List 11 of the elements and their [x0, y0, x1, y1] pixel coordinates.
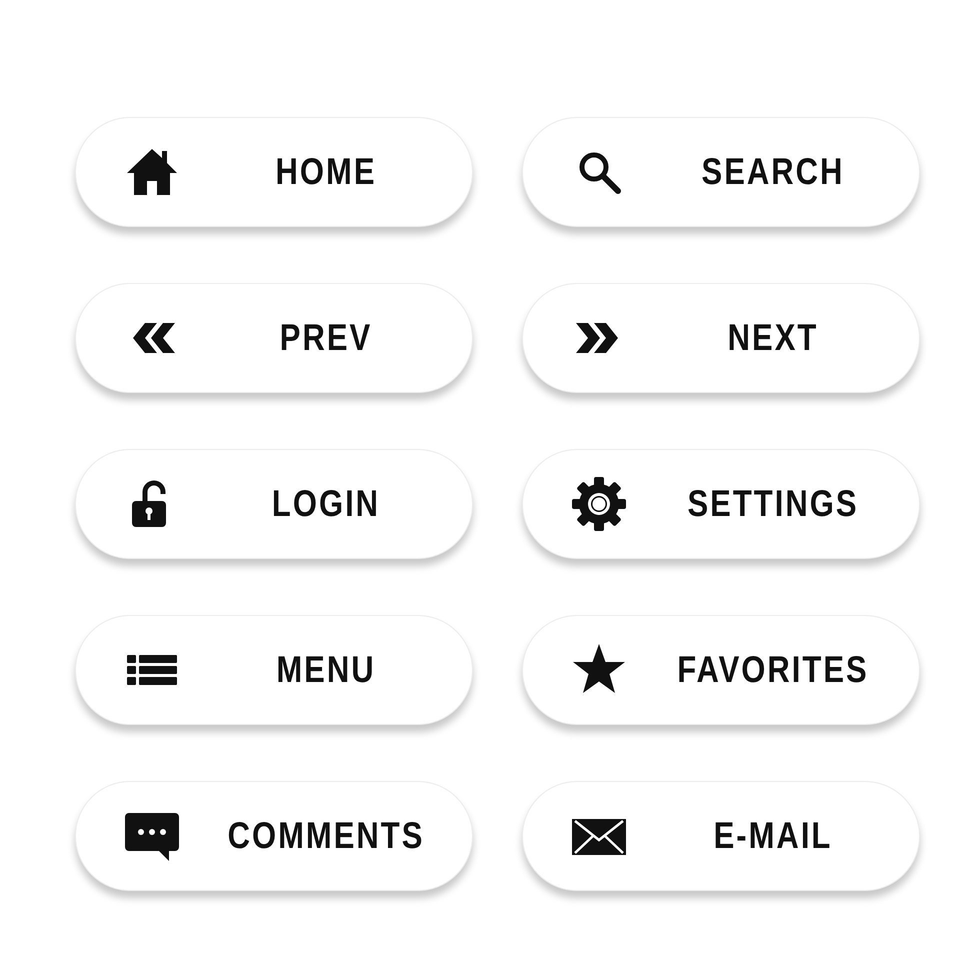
nav-button[interactable]: SEARCH — [522, 117, 920, 227]
nav-button[interactable]: HOME — [75, 117, 473, 227]
nav-button[interactable]: PREV — [75, 283, 473, 393]
nav-button[interactable]: COMMENTS — [75, 781, 473, 891]
nav-button[interactable]: MENU — [75, 615, 473, 725]
nav-button[interactable]: SETTINGS — [522, 449, 920, 559]
nav-button[interactable]: NEXT — [522, 283, 920, 393]
gear-icon — [570, 475, 628, 533]
nav-button[interactable]: E-MAIL — [522, 781, 920, 891]
nav-button[interactable]: FAVORITES — [522, 615, 920, 725]
nav-button[interactable]: LOGIN — [75, 449, 473, 559]
